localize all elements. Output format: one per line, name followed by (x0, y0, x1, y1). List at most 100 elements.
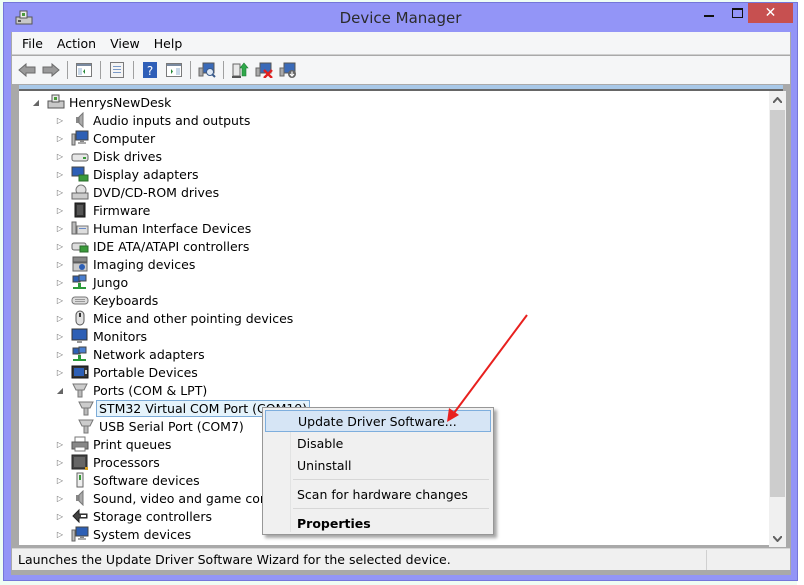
expand-arrow-icon[interactable]: ▷ (55, 296, 65, 305)
menu-bar: File Action View Help (12, 32, 790, 55)
computer-root-icon (47, 94, 65, 110)
vertical-scrollbar[interactable] (769, 91, 786, 547)
collapse-arrow-icon[interactable]: ◢ (31, 98, 41, 107)
minimize-button[interactable] (696, 3, 722, 23)
properties-icon (110, 62, 124, 78)
tree-category-ports-com-lpt[interactable]: ◢ Ports (COM & LPT) (55, 381, 207, 399)
close-button[interactable]: ✕ (748, 3, 793, 23)
tree-category-dvd-cd-rom-drives[interactable]: ▷ DVD/CD-ROM drives (55, 183, 219, 201)
svg-text:?: ? (147, 64, 153, 78)
tree-device-usb-serial-port-com7[interactable]: USB Serial Port (COM7) (77, 417, 244, 435)
disk-drive-icon (71, 148, 89, 164)
menu-help[interactable]: Help (147, 36, 190, 51)
scroll-up-button[interactable] (769, 91, 786, 108)
tree-category-processors[interactable]: ▷ Processors (55, 453, 160, 471)
update-driver-button[interactable] (229, 59, 251, 81)
tree-item-label: HenrysNewDesk (69, 94, 172, 110)
scan-for-hardware-changes-button[interactable] (196, 59, 218, 81)
expand-arrow-icon[interactable]: ▷ (55, 512, 65, 521)
tree-category-human-interface-devices[interactable]: ▷ Human Interface Devices (55, 219, 251, 237)
collapse-arrow-icon[interactable]: ◢ (55, 386, 65, 395)
port-icon (71, 382, 89, 398)
tree-category-portable-devices[interactable]: ▷ Portable Devices (55, 363, 198, 381)
expand-arrow-icon[interactable]: ▷ (55, 134, 65, 143)
expand-arrow-icon[interactable]: ▷ (55, 206, 65, 215)
expand-arrow-icon[interactable]: ▷ (55, 170, 65, 179)
console-tree-icon (76, 63, 92, 77)
update-driver-icon (232, 62, 249, 78)
expand-arrow-icon[interactable]: ▷ (55, 440, 65, 449)
menu-file[interactable]: File (12, 36, 50, 51)
tree-category-imaging-devices[interactable]: ▷ Imaging devices (55, 255, 195, 273)
expand-arrow-icon[interactable]: ▷ (55, 458, 65, 467)
expand-arrow-icon[interactable]: ▷ (55, 350, 65, 359)
tree-category-mice-and-other-pointing-devices[interactable]: ▷ Mice and other pointing devices (55, 309, 293, 327)
tree-item-label: Disk drives (93, 148, 162, 164)
scroll-down-button[interactable] (769, 530, 786, 547)
tree-category-network-adapters[interactable]: ▷ Network adapters (55, 345, 205, 363)
tree-category-system-devices[interactable]: ▷ System devices (55, 525, 191, 543)
disable-device-button[interactable] (277, 59, 299, 81)
menu-item-update-driver-software[interactable]: Update Driver Software... (265, 410, 491, 432)
tree-category-ide-ata-atapi-controllers[interactable]: ▷ IDE ATA/ATAPI controllers (55, 237, 249, 255)
storage-controller-icon (71, 508, 89, 524)
tree-category-computer[interactable]: ▷ Computer (55, 129, 155, 147)
forward-button[interactable] (40, 59, 62, 81)
menu-item-uninstall[interactable]: Uninstall (265, 454, 491, 476)
tree-item-label: Jungo (93, 274, 129, 290)
expand-arrow-icon[interactable]: ▷ (55, 278, 65, 287)
expand-arrow-icon[interactable]: ▷ (55, 116, 65, 125)
tree-category-storage-controllers[interactable]: ▷ Storage controllers (55, 507, 212, 525)
expand-arrow-icon[interactable]: ▷ (55, 152, 65, 161)
expand-arrow-icon[interactable]: ▷ (55, 314, 65, 323)
tree-category-firmware[interactable]: ▷ Firmware (55, 201, 150, 219)
tree-category-software-devices[interactable]: ▷ Software devices (55, 471, 200, 489)
properties-button[interactable] (106, 59, 128, 81)
expand-arrow-icon[interactable]: ▷ (55, 494, 65, 503)
menu-item-scan-for-hardware-changes[interactable]: Scan for hardware changes (265, 483, 491, 505)
speaker-icon (71, 490, 89, 506)
port-icon (77, 400, 95, 416)
back-button[interactable] (16, 59, 38, 81)
uninstall-device-button[interactable] (253, 59, 275, 81)
context-menu-separator (293, 479, 489, 480)
tree-category-keyboards[interactable]: ▷ Keyboards (55, 291, 158, 309)
network-icon (71, 346, 89, 362)
menu-view[interactable]: View (103, 36, 147, 51)
tree-category-jungo[interactable]: ▷ Jungo (55, 273, 128, 291)
expand-arrow-icon[interactable]: ▷ (55, 242, 65, 251)
menu-item-properties[interactable]: Properties (265, 512, 491, 534)
title-bar[interactable]: Device Manager ✕ (4, 3, 797, 33)
desktop-background (797, 0, 804, 585)
maximize-button[interactable] (724, 3, 750, 23)
expand-arrow-icon[interactable]: ▷ (55, 476, 65, 485)
show-hide-console-tree-button[interactable] (73, 59, 95, 81)
help-button[interactable]: ? (139, 59, 161, 81)
keyboard-icon (71, 292, 89, 308)
tree-category-display-adapters[interactable]: ▷ Display adapters (55, 165, 198, 183)
tree-category-monitors[interactable]: ▷ Monitors (55, 327, 147, 345)
menu-item-disable[interactable]: Disable (265, 432, 491, 454)
menu-action[interactable]: Action (50, 36, 103, 51)
toolbar: ? (12, 56, 790, 84)
mouse-icon (71, 310, 89, 326)
toolbar-separator (67, 61, 68, 79)
expand-arrow-icon[interactable]: ▷ (55, 224, 65, 233)
tree-category-disk-drives[interactable]: ▷ Disk drives (55, 147, 162, 165)
tree-item-label: Print queues (93, 436, 172, 452)
tree-category-print-queues[interactable]: ▷ Print queues (55, 435, 171, 453)
expand-arrow-icon[interactable]: ▷ (55, 332, 65, 341)
software-device-icon (71, 472, 89, 488)
display-adapter-icon (71, 166, 89, 182)
scrollbar-thumb[interactable] (770, 110, 785, 497)
tree-item-label: Portable Devices (93, 364, 198, 380)
expand-arrow-icon[interactable]: ▷ (55, 188, 65, 197)
tree-root-computer[interactable]: ◢ HenrysNewDesk (31, 93, 171, 111)
expand-arrow-icon[interactable]: ▷ (55, 530, 65, 539)
tree-item-label: System devices (93, 526, 192, 542)
expand-arrow-icon[interactable]: ▷ (55, 368, 65, 377)
show-hide-action-pane-button[interactable] (163, 59, 185, 81)
tree-category-audio-inputs-and-outputs[interactable]: ▷ Audio inputs and outputs (55, 111, 250, 129)
expand-arrow-icon[interactable]: ▷ (55, 260, 65, 269)
tree-item-label: Storage controllers (93, 508, 213, 524)
